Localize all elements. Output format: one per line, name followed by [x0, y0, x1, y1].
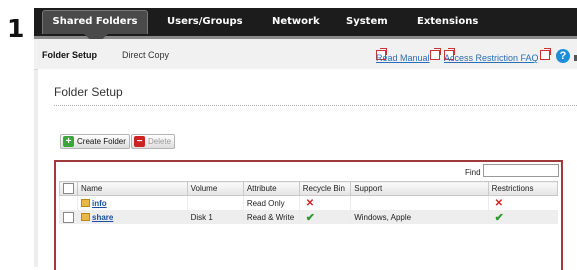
- find-label: Find: [465, 168, 481, 177]
- column-volume[interactable]: Volume: [186, 181, 244, 196]
- folder-icon: [81, 199, 90, 208]
- column-restrictions[interactable]: Restrictions: [487, 181, 559, 196]
- folder-icon: [81, 213, 90, 222]
- tab-system[interactable]: System: [346, 16, 388, 27]
- tab-users-groups[interactable]: Users/Groups: [167, 16, 243, 27]
- support-cell: [350, 195, 489, 210]
- tab-network[interactable]: Network: [272, 16, 320, 27]
- support-cell: Windows, Apple: [350, 210, 489, 224]
- attribute-cell: Read & Write: [242, 210, 300, 224]
- checkmark-icon: ✔: [494, 211, 504, 224]
- tab-extensions[interactable]: Extensions: [417, 16, 478, 27]
- checkmark-icon: ✔: [305, 211, 315, 224]
- column-attribute[interactable]: Attribute: [242, 181, 300, 196]
- minus-icon: −: [134, 136, 145, 147]
- folder-name-link[interactable]: share: [92, 213, 113, 222]
- subtab-folder-setup[interactable]: Folder Setup: [42, 50, 97, 60]
- top-nav: Shared Folders Users/Groups Network Syst…: [34, 8, 577, 39]
- plus-icon: +: [63, 136, 74, 147]
- create-folder-label: Create Folder: [77, 137, 126, 146]
- cross-icon: ✕: [305, 197, 315, 209]
- row-checkbox-cell: [59, 195, 78, 210]
- select-all-checkbox[interactable]: [63, 183, 74, 194]
- subtab-direct-copy[interactable]: Direct Copy: [122, 50, 169, 60]
- main-content: Folder Setup + Create Folder − Delete Fi…: [38, 69, 577, 270]
- title-divider: [54, 105, 577, 106]
- page-title: Folder Setup: [54, 85, 123, 99]
- read-manual-link[interactable]: Read Manual: [376, 53, 430, 63]
- column-support[interactable]: Support: [350, 181, 489, 196]
- help-icon[interactable]: ?: [556, 49, 570, 63]
- restrictions-cell: ✕: [487, 195, 558, 210]
- tab-shared-folders[interactable]: Shared Folders: [42, 10, 148, 34]
- folder-table: Name Volume Attribute Recycle Bin Suppor…: [59, 181, 559, 224]
- delete-label: Delete: [148, 137, 172, 146]
- folder-table-panel: Find Name Volume Attribute Recycle Bin S…: [54, 160, 563, 270]
- recycle-cell: ✔: [298, 210, 351, 224]
- cross-icon: ✕: [494, 197, 504, 209]
- restrictions-cell: ✔: [487, 210, 558, 224]
- name-cell: share: [77, 210, 188, 224]
- external-link-icon: [430, 48, 441, 60]
- access-restriction-faq-link[interactable]: Access Restriction FAQ: [444, 53, 539, 63]
- volume-cell: Disk 1: [186, 210, 244, 224]
- row-checkbox-cell[interactable]: [59, 210, 78, 224]
- select-all-column[interactable]: [59, 181, 78, 196]
- delete-button[interactable]: − Delete: [131, 134, 176, 149]
- table-row[interactable]: share Disk 1 Read & Write ✔ Windows, App…: [59, 210, 558, 224]
- folder-name-link[interactable]: info: [92, 199, 107, 208]
- find-input[interactable]: [483, 164, 559, 177]
- table-header-row: Name Volume Attribute Recycle Bin Suppor…: [59, 181, 559, 196]
- sub-nav: Folder Setup Direct Copy Read Manual Acc…: [34, 39, 577, 70]
- column-recycle-bin[interactable]: Recycle Bin: [298, 181, 352, 196]
- create-folder-button[interactable]: + Create Folder: [60, 134, 130, 149]
- recycle-cell: ✕: [298, 195, 351, 210]
- volume-cell: [186, 195, 244, 210]
- external-link-icon: [540, 48, 551, 60]
- row-checkbox[interactable]: [63, 211, 74, 223]
- column-name[interactable]: Name: [77, 181, 188, 196]
- table-row[interactable]: info Read Only ✕ ✕: [59, 195, 558, 210]
- app-window: Shared Folders Users/Groups Network Syst…: [34, 8, 577, 270]
- name-cell: info: [77, 195, 188, 210]
- step-number: 1: [7, 14, 25, 43]
- attribute-cell: Read Only: [242, 195, 300, 210]
